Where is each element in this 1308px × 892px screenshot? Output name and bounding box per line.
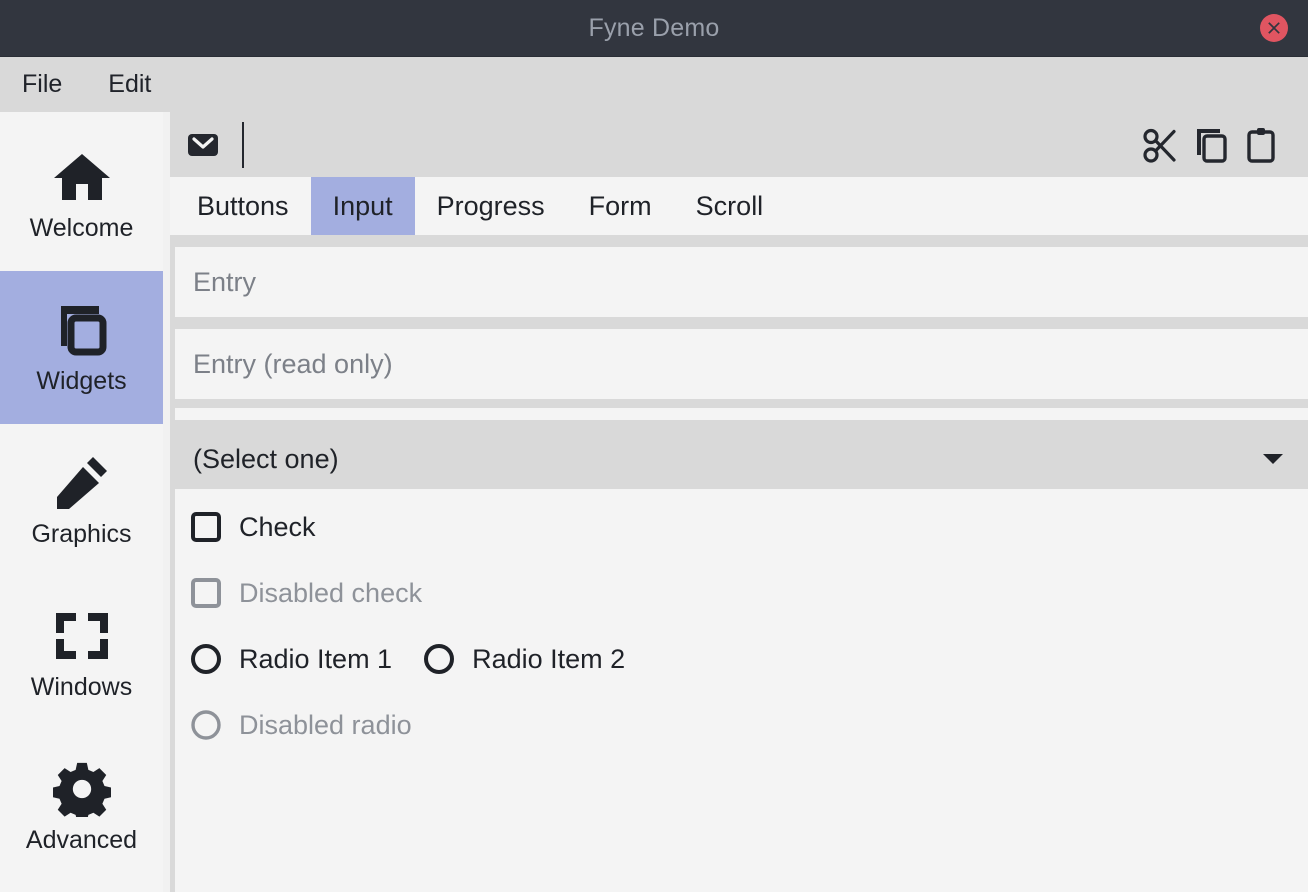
toolbar-copy-button[interactable] <box>1186 120 1236 170</box>
sidebar-item-label: Widgets <box>36 367 127 395</box>
select-dropdown[interactable]: (Select one) <box>175 429 1308 489</box>
copy-icon <box>1197 128 1227 163</box>
disabled-radio: Disabled radio <box>189 708 412 742</box>
tab-bar: Buttons Input Progress Form Scroll <box>170 177 1308 235</box>
field-gap-2 <box>170 399 1308 408</box>
check-row: Check <box>175 494 1308 560</box>
tab-progress[interactable]: Progress <box>415 177 567 235</box>
home-icon <box>52 148 112 206</box>
tabbar-underline <box>170 235 1308 247</box>
toolbar <box>170 112 1308 177</box>
tab-scroll[interactable]: Scroll <box>674 177 786 235</box>
toolbar-cut-button[interactable] <box>1136 120 1186 170</box>
entry-readonly-placeholder: Entry (read only) <box>193 348 393 379</box>
check-checkbox[interactable]: Check <box>189 510 316 544</box>
title-bar: Fyne Demo <box>0 0 1308 57</box>
disabled-radio-row: Disabled radio <box>175 692 1308 758</box>
tab-form[interactable]: Form <box>567 177 674 235</box>
sidebar-content-divider[interactable] <box>163 112 170 892</box>
radio-item-2[interactable]: Radio Item 2 <box>422 642 625 676</box>
disabled-check-label: Disabled check <box>239 577 423 608</box>
checkbox-unchecked-icon <box>189 510 223 544</box>
radio-unselected-icon <box>422 642 456 676</box>
sidebar-item-label: Welcome <box>29 214 134 242</box>
tab-buttons[interactable]: Buttons <box>175 177 311 235</box>
sidebar-item-widgets[interactable]: Widgets <box>0 271 163 424</box>
disabled-radio-label: Disabled radio <box>239 709 412 740</box>
sidebar-item-label: Graphics <box>31 520 132 548</box>
entry-field[interactable]: Entry <box>175 247 1308 317</box>
body-split: Welcome Widgets Graphics Windows Advance… <box>0 112 1308 892</box>
sidebar-item-graphics[interactable]: Graphics <box>0 424 163 577</box>
toolbar-separator <box>242 121 244 168</box>
cut-icon <box>1143 128 1176 163</box>
check-label: Check <box>239 511 316 542</box>
field-gap-1 <box>170 317 1308 329</box>
sidebar: Welcome Widgets Graphics Windows Advance… <box>0 112 163 892</box>
entry-placeholder: Entry <box>193 266 257 297</box>
copy-icon <box>52 301 112 359</box>
tab-input[interactable]: Input <box>310 177 415 235</box>
fullscreen-corners-icon <box>52 607 112 665</box>
select-selected-label: (Select one) <box>193 443 339 474</box>
close-button[interactable] <box>1260 14 1288 42</box>
sidebar-item-label: Advanced <box>25 826 138 854</box>
radio-item-1-label: Radio Item 1 <box>239 643 393 674</box>
sidebar-item-advanced[interactable]: Advanced <box>0 730 163 883</box>
sidebar-item-welcome[interactable]: Welcome <box>0 118 163 271</box>
radio-unselected-icon <box>189 642 223 676</box>
radio-unselected-disabled-icon <box>189 708 223 742</box>
paste-icon <box>1247 127 1275 163</box>
menu-item-edit[interactable]: Edit <box>102 66 173 103</box>
input-tab-panel: Check Disabled check Radio Item 1 Radio … <box>175 489 1308 892</box>
toolbar-paste-button[interactable] <box>1236 120 1286 170</box>
sidebar-item-windows[interactable]: Windows <box>0 577 163 730</box>
entry-readonly-field[interactable]: Entry (read only) <box>175 329 1308 399</box>
radio-item-2-label: Radio Item 2 <box>472 643 626 674</box>
toolbar-mail-button[interactable] <box>178 120 228 170</box>
close-icon <box>1268 22 1280 34</box>
menu-item-file[interactable]: File <box>16 66 84 103</box>
entry-strip <box>175 408 1308 420</box>
radio-group-row: Radio Item 1 Radio Item 2 <box>175 626 1308 692</box>
field-gap-3 <box>170 420 1308 429</box>
window-title: Fyne Demo <box>588 13 720 42</box>
sidebar-item-label: Windows <box>30 673 133 701</box>
content-area: Buttons Input Progress Form Scroll Entry… <box>170 112 1308 892</box>
disabled-check-row: Disabled check <box>175 560 1308 626</box>
menu-bar: File Edit <box>0 57 1308 112</box>
gear-icon <box>52 760 112 818</box>
pencil-icon <box>52 454 112 512</box>
checkbox-unchecked-disabled-icon <box>189 576 223 610</box>
panel-filler <box>175 758 1308 892</box>
disabled-check-checkbox: Disabled check <box>189 576 422 610</box>
chevron-down-icon <box>1262 452 1284 466</box>
app-window: Fyne Demo File Edit Welcome Widgets Grap… <box>0 0 1308 892</box>
radio-item-1[interactable]: Radio Item 1 <box>189 642 392 676</box>
mail-icon <box>188 133 218 156</box>
